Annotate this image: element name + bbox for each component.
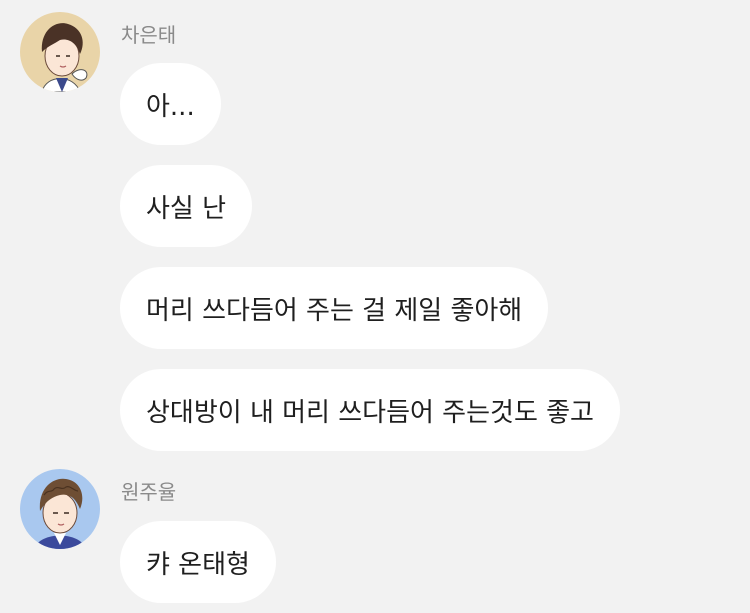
boy-brown-hair-avatar-icon [20, 12, 100, 92]
sender-name-2: 원주율 [121, 480, 177, 504]
message-bubble[interactable]: 머리 쓰다듬어 주는 걸 제일 좋아해 [120, 267, 549, 349]
message-bubble[interactable]: 캬 온태형 [120, 521, 276, 603]
sender-name-1: 차은태 [121, 23, 177, 47]
message-bubble[interactable]: 상대방이 내 머리 쓰다듬어 주는것도 좋고 [120, 369, 620, 451]
message-bubble[interactable]: 아... [120, 63, 221, 145]
sender-avatar-1[interactable] [20, 12, 100, 92]
message-bubble[interactable]: 사실 난 [120, 165, 253, 247]
boy-wavy-hair-avatar-icon [20, 469, 100, 549]
sender-avatar-2[interactable] [20, 469, 100, 549]
